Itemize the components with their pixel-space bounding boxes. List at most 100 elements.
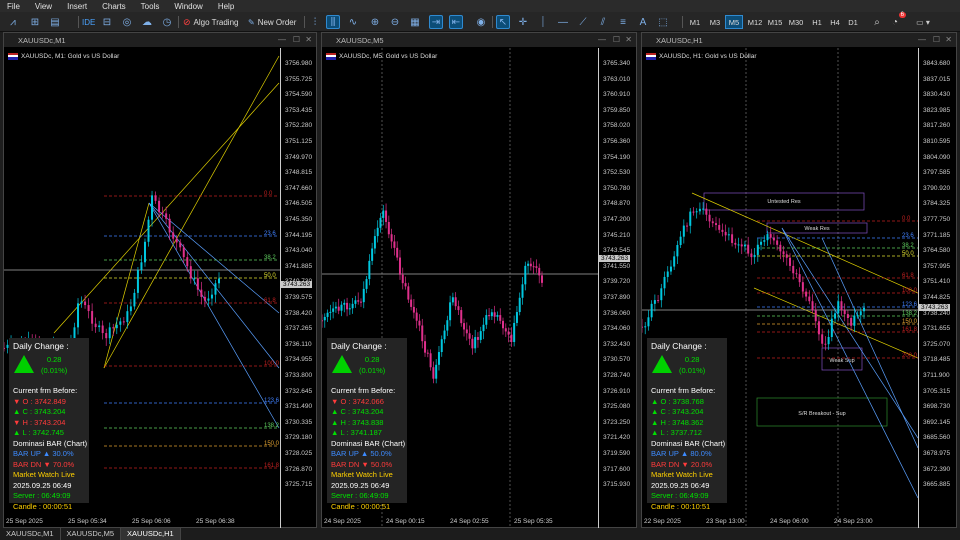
- menu-help[interactable]: Help: [211, 2, 242, 11]
- candle: [340, 304, 343, 311]
- tf-m5[interactable]: M5: [725, 15, 743, 29]
- candle-timer: Candle : 00:00:51: [13, 501, 73, 511]
- menu-tools[interactable]: Tools: [134, 2, 168, 11]
- minimize-icon[interactable]: —: [918, 35, 926, 44]
- close-icon[interactable]: ✕: [945, 35, 952, 44]
- ide-button[interactable]: IDE: [82, 15, 95, 29]
- chart-window-m1: XAUUSDc,M1 — ☐ ✕ 0.0 23.6 38.2 50.0 61.8 100.…: [3, 32, 317, 529]
- algo-trading-button[interactable]: ⊘ Algo Trading: [183, 15, 238, 29]
- candle: [529, 263, 532, 267]
- zoom-out-icon[interactable]: ⊖: [388, 15, 402, 29]
- price-tick: 3804.090: [923, 153, 951, 161]
- candle: [488, 315, 491, 317]
- candle: [692, 211, 695, 213]
- server-time: Server : 06:49:09: [331, 491, 389, 500]
- price-tick: 3743.545: [603, 247, 631, 255]
- bar-chart-icon[interactable]: ⫶: [308, 15, 322, 29]
- signals-icon[interactable]: ☁: [140, 15, 154, 29]
- candle: [676, 245, 679, 257]
- tf-m12[interactable]: M12: [745, 15, 765, 29]
- candle: [541, 275, 543, 283]
- minimize-icon[interactable]: —: [278, 35, 286, 44]
- candle: [108, 327, 111, 339]
- candle: [4, 347, 5, 349]
- price-tick: 3733.800: [285, 372, 313, 379]
- tf-m15[interactable]: M15: [765, 15, 785, 29]
- vertical-line-icon[interactable]: ⏐: [536, 15, 550, 29]
- horizontal-line-icon[interactable]: ―: [556, 15, 570, 29]
- bar-down-value: BAR DN ▼ 70.0%: [13, 459, 75, 469]
- market-watch-icon[interactable]: ◎: [120, 15, 134, 29]
- chart-shift-icon[interactable]: ⇤: [449, 15, 463, 29]
- price-tick: 3765.340: [603, 60, 631, 67]
- tab-m5[interactable]: XAUUSDc,M5: [61, 528, 122, 540]
- untested-res-zone-label: Untested Res: [767, 199, 801, 205]
- autoscroll-icon[interactable]: ⇥: [429, 15, 443, 29]
- new-chart-icon[interactable]: ⊞: [28, 15, 42, 29]
- tf-m30[interactable]: M30: [786, 15, 806, 29]
- window-title-m1[interactable]: XAUUSDc,M1: [4, 33, 316, 47]
- menu-file[interactable]: File: [0, 2, 28, 11]
- new-order-button[interactable]: ✎ New Order: [248, 15, 296, 29]
- fibo-label: 150.0: [902, 319, 918, 325]
- menu-charts[interactable]: Charts: [95, 2, 134, 11]
- tf-d1[interactable]: D1: [844, 15, 862, 29]
- text-icon[interactable]: A: [636, 15, 650, 29]
- trendline-icon[interactable]: ⟋: [576, 15, 590, 29]
- candle: [451, 297, 454, 303]
- tf-h4[interactable]: H4: [826, 15, 844, 29]
- candle: [792, 265, 795, 274]
- history-icon[interactable]: ⊟: [100, 15, 114, 29]
- cursor-icon[interactable]: ↖: [496, 15, 510, 29]
- tf-h1[interactable]: H1: [808, 15, 826, 29]
- candle: [379, 217, 382, 228]
- search-icon[interactable]: ⌕: [870, 15, 884, 29]
- zoom-in-icon[interactable]: ⊕: [368, 15, 382, 29]
- tab-h1[interactable]: XAUUSDc,H1: [121, 528, 181, 540]
- line-chart-icon[interactable]: ∿: [346, 15, 360, 29]
- menu-window[interactable]: Window: [167, 2, 210, 11]
- channel-icon[interactable]: ⫽: [596, 15, 610, 29]
- price-tick: 3777.750: [923, 216, 951, 223]
- maximize-icon[interactable]: ☐: [613, 35, 620, 44]
- candle: [87, 305, 90, 312]
- tab-m1[interactable]: XAUUSDc,M1: [0, 528, 61, 540]
- chart-tabs: XAUUSDc,M1 XAUUSDc,M5 XAUUSDc,H1: [0, 528, 960, 540]
- menu-insert[interactable]: Insert: [60, 2, 95, 11]
- window-title-h1[interactable]: XAUUSDc,H1: [642, 33, 956, 47]
- fibo-label: 123.6: [902, 302, 918, 308]
- server-time: Server : 06:49:09: [651, 491, 709, 500]
- price-tick: 3732.645: [285, 387, 313, 395]
- tf-m3[interactable]: M3: [706, 15, 724, 29]
- window-title-m5[interactable]: XAUUSDc,M5: [322, 33, 636, 47]
- shapes-icon[interactable]: ⬚: [656, 15, 670, 29]
- breakout-zone-label: S/R Breakout - Sup: [798, 411, 845, 417]
- fibo-icon[interactable]: ≡: [616, 15, 630, 29]
- candle: [521, 284, 524, 298]
- fibo-label: 100.0: [902, 288, 918, 294]
- crosshair-icon[interactable]: ✛: [516, 15, 530, 29]
- candle-chart-icon[interactable]: ⫼: [326, 15, 340, 29]
- close-icon[interactable]: ✕: [305, 35, 312, 44]
- candle: [468, 333, 471, 339]
- dominance-title: Dominasi BAR (Chart): [651, 438, 726, 448]
- tile-icon[interactable]: ▦: [408, 15, 422, 29]
- candle: [143, 241, 146, 263]
- minimize-icon[interactable]: —: [598, 35, 606, 44]
- candle: [429, 353, 432, 368]
- change-value: 0.28: [46, 355, 62, 364]
- profiles-icon[interactable]: ▤: [48, 15, 62, 29]
- vps-icon[interactable]: ◷: [160, 15, 174, 29]
- weak-res-zone-label: Weak Res: [804, 226, 830, 232]
- maximize-icon[interactable]: ☐: [293, 35, 300, 44]
- tf-m1[interactable]: M1: [686, 15, 704, 29]
- indicators-icon[interactable]: ◉: [474, 15, 488, 29]
- close-icon[interactable]: ✕: [625, 35, 632, 44]
- chart-type-icon[interactable]: ⩘: [6, 15, 20, 29]
- toolbar: ⩘ ⊞ ▤ IDE ⊟ ◎ ☁ ◷ ⊘ Algo Trading ✎ New Ord…: [0, 12, 960, 32]
- maximize-icon[interactable]: ☐: [933, 35, 940, 44]
- notifications-icon[interactable]: ◔ 6: [888, 12, 906, 29]
- community-icon[interactable]: ▭ ▾: [908, 15, 938, 29]
- menu-view[interactable]: View: [28, 2, 60, 11]
- close-value: ▲ C : 3743.204: [331, 407, 384, 416]
